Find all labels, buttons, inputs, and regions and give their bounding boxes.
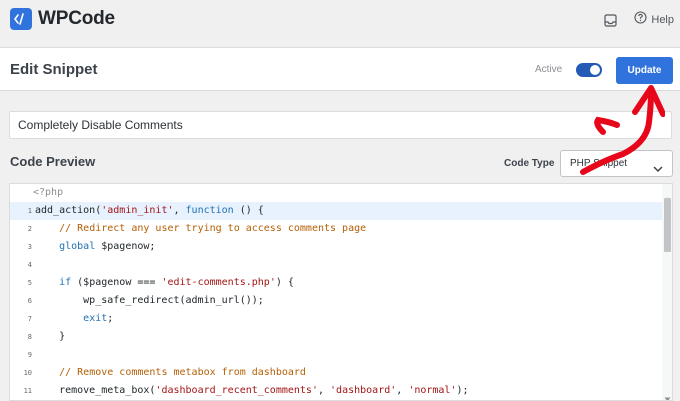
code-token: ; [107, 313, 114, 324]
code-type-value: PHP Snippet [570, 158, 628, 169]
snippet-title-input[interactable] [9, 111, 672, 139]
code-token: global [59, 241, 96, 252]
line-number: 3 [27, 243, 32, 251]
code-text: // Remove comments metabox from dashboar… [35, 367, 306, 378]
code-line[interactable]: 2 // Redirect any user trying to access … [10, 220, 662, 238]
code-text: exit; [35, 313, 113, 324]
toggle-knob [590, 65, 600, 75]
code-text: global $pagenow; [35, 241, 155, 252]
code-line[interactable]: 5 if ($pagenow === 'edit-comments.php') … [10, 274, 662, 292]
update-button[interactable]: Update [616, 57, 673, 84]
code-line[interactable]: 6 wp_safe_redirect(admin_url()); [10, 292, 662, 310]
line-number: 9 [27, 351, 32, 359]
code-token: // Remove comments metabox from dashboar… [59, 367, 306, 378]
line-number: 4 [27, 261, 32, 269]
code-token: () { [233, 205, 264, 216]
scroll-down-icon[interactable] [664, 387, 671, 400]
php-open-tag: <?php [33, 187, 64, 198]
open-tag-line: <?php [10, 184, 662, 202]
code-text: } [35, 331, 65, 342]
line-number: 6 [27, 297, 32, 305]
line-number: 1 [27, 207, 32, 215]
code-token: 'dashboard' [330, 385, 397, 396]
line-number: 10 [23, 369, 32, 377]
help-circle-icon [634, 11, 647, 29]
code-token: 'edit-comments.php' [161, 277, 276, 288]
wpcode-logo[interactable]: WPCode [10, 8, 115, 30]
chevron-down-icon [653, 160, 663, 178]
line-number: 8 [27, 333, 32, 341]
brand-name: WPCode [38, 8, 115, 29]
code-line[interactable]: 1 add_action('admin_init', function () { [10, 202, 662, 220]
code-editor[interactable]: <?php 1 add_action('admin_init', function… [9, 183, 673, 401]
code-line[interactable]: 4 [10, 256, 662, 274]
code-type-select[interactable]: PHP Snippet [560, 150, 673, 177]
code-text: remove_meta_box('dashboard_recent_commen… [35, 385, 469, 396]
code-line[interactable]: 7 exit; [10, 310, 662, 328]
code-token: 'normal' [408, 385, 457, 396]
code-preview-heading: Code Preview [10, 154, 96, 169]
code-token: , [317, 385, 331, 396]
code-token: 'admin_init' [101, 205, 174, 216]
code-token: add_action( [35, 205, 102, 216]
inbox-icon[interactable] [602, 12, 618, 28]
top-actions: Help [602, 11, 674, 29]
code-line[interactable]: 9 [10, 346, 662, 364]
line-number: 2 [27, 225, 32, 233]
page-title: Edit Snippet [10, 61, 98, 78]
active-label: Active [535, 64, 563, 75]
code-brackets-icon [10, 8, 32, 30]
code-token: ); [456, 385, 469, 396]
edit-snippet-header: Edit Snippet Active Update [0, 47, 680, 91]
code-text: wp_safe_redirect(admin_url()); [35, 295, 264, 306]
code-token: , [396, 385, 409, 396]
help-button[interactable]: Help [634, 11, 674, 29]
code-token: wp_safe_redirect(admin_url()); [35, 295, 264, 306]
active-toggle[interactable] [576, 63, 602, 77]
code-token: } [35, 331, 66, 342]
line-number: 11 [23, 387, 32, 395]
code-text: // Redirect any user trying to access co… [35, 223, 366, 234]
code-token: $pagenow; [95, 241, 156, 252]
code-line[interactable]: 3 global $pagenow; [10, 238, 662, 256]
code-token: // Redirect any user trying to access co… [59, 223, 367, 234]
code-type-label: Code Type [504, 158, 555, 169]
code-token: if [59, 277, 72, 288]
line-number: 5 [27, 279, 32, 287]
code-token: function [185, 205, 234, 216]
code-text: add_action('admin_init', function () { [35, 205, 264, 216]
help-label: Help [651, 14, 674, 26]
code-token: , [173, 205, 186, 216]
code-line[interactable]: 8 } [10, 328, 662, 346]
line-number: 7 [27, 315, 32, 323]
code-token: ) { [275, 277, 294, 288]
code-line[interactable]: 11 remove_meta_box('dashboard_recent_com… [10, 382, 662, 400]
editor-scrollbar[interactable] [662, 184, 672, 400]
code-token: remove_meta_box( [35, 385, 156, 396]
top-bar: WPCode Help [0, 0, 680, 46]
scroll-thumb[interactable] [664, 198, 671, 252]
code-text: if ($pagenow === 'edit-comments.php') { [35, 277, 294, 288]
code-token: exit [83, 313, 108, 324]
code-token: ($pagenow === [71, 277, 162, 288]
code-line[interactable]: 10 // Remove comments metabox from dashb… [10, 364, 662, 382]
code-token: 'dashboard_recent_comments' [155, 385, 318, 396]
